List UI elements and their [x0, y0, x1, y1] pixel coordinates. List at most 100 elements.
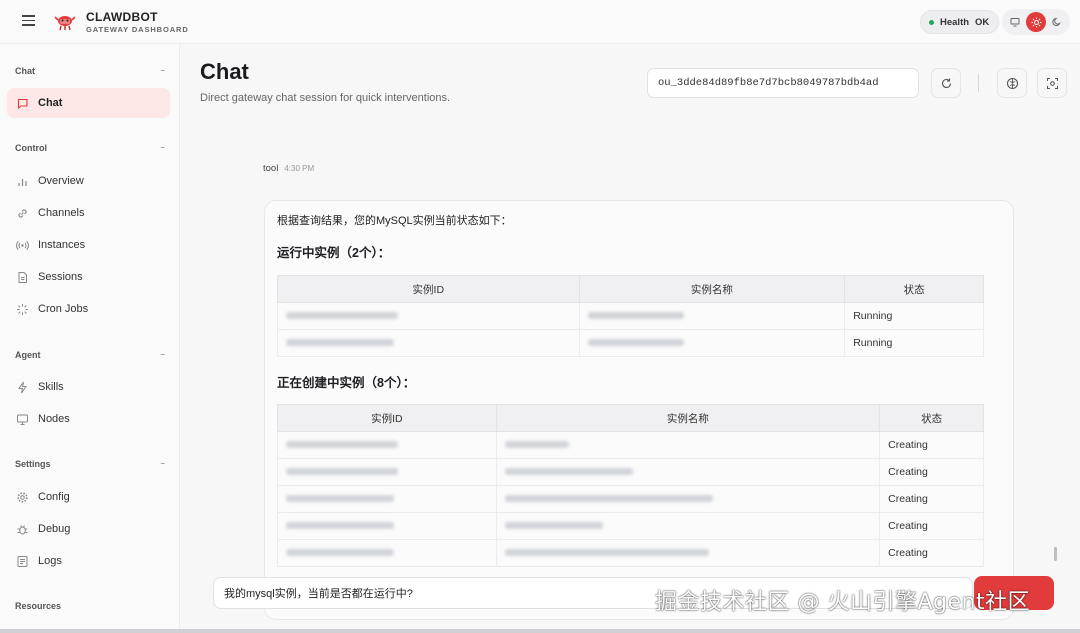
gear-icon [16, 491, 29, 504]
log-icon [16, 555, 29, 568]
menu-icon[interactable] [18, 12, 38, 32]
page-subtitle: Direct gateway chat session for quick in… [200, 92, 451, 104]
sidebar-item-chat[interactable]: Chat [7, 88, 170, 118]
session-key-input[interactable] [647, 68, 919, 98]
column-header-status: 状态 [844, 275, 984, 303]
sidebar-item-skills[interactable]: Skills [7, 372, 170, 402]
column-header-id: 实例ID [277, 404, 497, 432]
main-content: Chat Direct gateway chat session for qui… [181, 44, 1080, 633]
table-row: Running [277, 302, 984, 330]
health-badge: Health OK [920, 10, 1000, 34]
link-icon [16, 207, 29, 220]
section-chat[interactable]: Chat – [15, 66, 165, 76]
document-icon [16, 271, 29, 284]
message-bubble: 根据查询结果，您的MySQL实例当前状态如下： 运行中实例（2个）： 实例ID … [264, 200, 1014, 620]
brand-subtitle: GATEWAY DASHBOARD [86, 25, 189, 34]
message-role: tool [263, 163, 279, 174]
sidebar-item-config[interactable]: Config [7, 482, 170, 512]
refresh-icon [941, 78, 951, 88]
redacted-id-cell [277, 512, 497, 540]
section-settings[interactable]: Settings – [15, 459, 165, 469]
sidebar-item-debug[interactable]: Debug [7, 514, 170, 544]
status-cell: Creating [879, 485, 984, 513]
redacted-id-cell [277, 485, 497, 513]
running-heading: 运行中实例（2个）： [277, 246, 391, 260]
monitor-theme-icon[interactable] [1005, 12, 1025, 32]
redacted-name-cell [495, 485, 881, 513]
redacted-id-cell [277, 329, 580, 357]
monitor-icon [16, 413, 29, 426]
running-table: 实例ID 实例名称 状态 Running Running [277, 275, 984, 357]
status-cell: Running [844, 302, 984, 330]
loader-icon [16, 303, 29, 316]
redacted-name-cell [495, 539, 881, 567]
status-cell: Creating [879, 458, 984, 486]
message-time: 4:30 PM [284, 164, 315, 173]
health-label: Health [940, 16, 970, 28]
sidebar-item-overview[interactable]: Overview [7, 166, 170, 196]
redacted-name-cell [495, 458, 881, 486]
section-agent[interactable]: Agent – [15, 350, 165, 360]
sidebar-item-logs[interactable]: Logs [7, 546, 170, 576]
section-control[interactable]: Control – [15, 143, 165, 153]
bug-icon [16, 523, 29, 536]
broadcast-icon [16, 239, 29, 252]
watermark-text: 掘金技术社区 @ 火山引擎Agent社区 [655, 590, 1031, 615]
sidebar: Chat – Chat Control – Overview Channels In… [0, 44, 180, 633]
column-header-name: 实例名称 [578, 275, 846, 303]
status-cell: Creating [879, 512, 984, 540]
moon-theme-icon[interactable] [1047, 12, 1067, 32]
page-title: Chat [200, 59, 249, 84]
message-intro: 根据查询结果，您的MySQL实例当前状态如下： [277, 215, 512, 227]
table-row: Creating [277, 539, 984, 567]
creating-heading: 正在创建中实例（8个）： [277, 376, 416, 390]
redacted-name-cell [495, 431, 881, 459]
chevron-icon: – [160, 66, 165, 75]
sidebar-item-instances[interactable]: Instances [7, 230, 170, 260]
sidebar-item-nodes[interactable]: Nodes [7, 404, 170, 434]
creating-table: 实例ID 实例名称 状态 Creating Creating Creating … [277, 404, 984, 567]
sidebar-item-cron-jobs[interactable]: Cron Jobs [7, 294, 170, 324]
scrollbar-thumb[interactable] [1054, 547, 1057, 561]
brain-toggle-button[interactable] [997, 68, 1027, 98]
section-resources[interactable]: Resources [15, 601, 165, 611]
table-header-row: 实例ID 实例名称 状态 [277, 404, 984, 432]
table-row: Running [277, 329, 984, 357]
redacted-id-cell [277, 539, 497, 567]
bolt-icon [16, 381, 29, 394]
brand-title: CLAWDBOT [86, 10, 158, 24]
column-header-id: 实例ID [277, 275, 580, 303]
sun-theme-icon[interactable] [1026, 12, 1046, 32]
chevron-icon: – [160, 350, 165, 359]
redacted-name-cell [578, 302, 846, 330]
top-bar: CLAWDBOT GATEWAY DASHBOARD Health OK [0, 0, 1080, 44]
message-meta: tool 4:30 PM [263, 163, 314, 174]
chat-icon [16, 97, 29, 110]
health-status: OK [975, 16, 990, 28]
chevron-icon: – [160, 459, 165, 468]
table-row: Creating [277, 431, 984, 459]
window-bottom-edge [0, 629, 1080, 633]
redacted-name-cell [578, 329, 846, 357]
bar-chart-icon [16, 175, 29, 188]
sidebar-item-sessions[interactable]: Sessions [7, 262, 170, 292]
chevron-icon: – [160, 143, 165, 152]
column-header-status: 状态 [879, 404, 984, 432]
lobster-logo-icon [54, 16, 76, 31]
focus-mode-button[interactable] [1037, 68, 1067, 98]
table-row: Creating [277, 512, 984, 540]
column-header-name: 实例名称 [495, 404, 881, 432]
status-cell: Creating [879, 539, 984, 567]
status-dot-icon [929, 19, 934, 25]
redacted-id-cell [277, 302, 580, 330]
redacted-name-cell [495, 512, 881, 540]
brain-icon [1006, 77, 1018, 89]
redacted-id-cell [277, 431, 497, 459]
focus-icon [1046, 77, 1058, 89]
status-cell: Running [844, 329, 984, 357]
redacted-id-cell [277, 458, 497, 486]
table-row: Creating [277, 458, 984, 486]
refresh-button[interactable] [931, 68, 961, 98]
toolbar-divider [978, 74, 979, 92]
sidebar-item-channels[interactable]: Channels [7, 198, 170, 228]
